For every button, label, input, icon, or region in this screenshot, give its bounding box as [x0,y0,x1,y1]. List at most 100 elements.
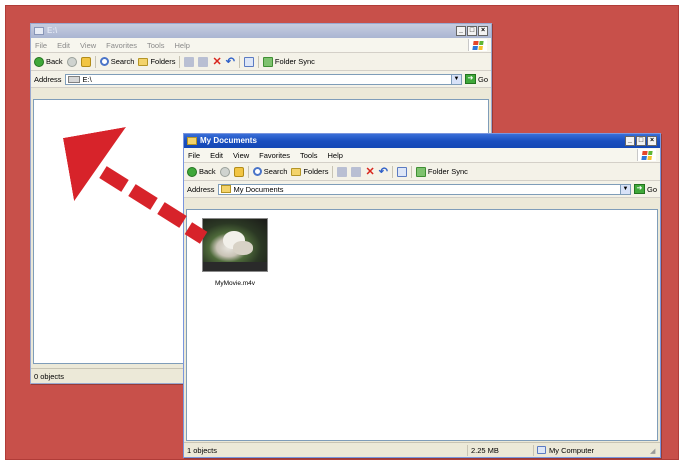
copy-to-button[interactable] [351,166,362,177]
search-icon [99,57,109,66]
address-input[interactable]: E:\ ▼ [64,73,462,85]
address-value: My Documents [233,184,284,194]
forward-icon [219,166,230,177]
go-button[interactable]: ➜ Go [464,74,488,84]
address-dropdown-button[interactable]: ▼ [619,184,630,194]
up-folder-icon [233,166,244,177]
copy-to-button[interactable] [198,56,209,67]
window-title-bar[interactable]: My Documents _ □ × [184,134,660,148]
my-documents-icon [187,137,197,145]
move-to-button[interactable] [184,56,195,67]
menu-favorites[interactable]: Favorites [259,151,290,160]
go-button[interactable]: ➜ Go [633,184,657,194]
undo-button[interactable]: ↶ [225,55,235,68]
folder-sync-button[interactable]: Folder Sync [262,56,315,67]
toolbar-divider [332,165,334,178]
window-title-bar[interactable]: E:\ _ □ × [31,24,491,38]
folder-sync-label: Folder Sync [274,57,315,66]
forward-icon [66,56,77,67]
my-computer-icon [537,446,546,454]
maximize-button[interactable]: □ [636,136,646,146]
back-button[interactable]: Back [187,166,216,177]
search-label: Search [263,167,288,176]
menu-file[interactable]: File [188,151,200,160]
maximize-button[interactable]: □ [467,26,477,36]
status-object-count: 1 objects [184,444,468,456]
drive-icon [67,75,80,83]
forward-button[interactable] [219,166,230,177]
toolbar-divider [410,165,412,178]
move-to-button[interactable] [337,166,348,177]
menu-tools[interactable]: Tools [147,41,165,50]
delete-button[interactable]: ✕ [365,165,375,178]
file-list-pane[interactable]: MyMovie.m4v [186,209,658,441]
go-icon: ➜ [633,184,645,194]
folder-sync-label: Folder Sync [427,167,468,176]
back-label: Back [199,167,216,176]
copy-to-icon [198,56,209,67]
folders-button[interactable]: Folders [138,57,175,66]
folders-icon [291,167,302,176]
undo-icon: ↶ [378,165,388,178]
up-button[interactable] [233,166,244,177]
file-name: MyMovie.m4v [214,280,256,287]
minimize-button[interactable]: _ [456,26,466,36]
my-documents-icon [220,185,231,193]
address-bar: Address My Documents ▼ ➜ Go [184,181,660,198]
menu-edit[interactable]: Edit [57,41,70,50]
toolbar-divider [391,165,393,178]
back-icon [187,166,197,177]
address-bar: Address E:\ ▼ ➜ Go [31,71,491,88]
minimize-button[interactable]: _ [625,136,635,146]
folders-label: Folders [303,167,329,176]
menu-favorites[interactable]: Favorites [106,41,137,50]
move-to-icon [184,56,195,67]
views-button[interactable] [396,166,407,177]
address-label: Address [34,74,62,84]
search-button[interactable]: Search [99,57,135,66]
views-button[interactable] [243,56,254,67]
menu-edit[interactable]: Edit [210,151,223,160]
status-object-count: 0 objects [31,370,191,382]
folder-sync-icon [262,56,273,67]
search-label: Search [110,57,135,66]
folder-sync-button[interactable]: Folder Sync [415,166,468,177]
close-button[interactable]: × [478,26,488,36]
menu-help[interactable]: Help [328,151,343,160]
toolbar-divider [247,165,249,178]
delete-icon: ✕ [212,55,222,68]
address-input[interactable]: My Documents ▼ [217,183,631,195]
video-file-icon [202,218,268,272]
window-title: My Documents [200,136,257,145]
folders-label: Folders [150,57,176,66]
standard-toolbar: Back Search Folders ✕ ↶ Folder Sync [184,163,660,181]
explorer-window-my-documents[interactable]: My Documents _ □ × File Edit View Favori… [183,133,661,458]
address-value: E:\ [82,74,92,84]
close-button[interactable]: × [647,136,657,146]
folders-button[interactable]: Folders [291,167,328,176]
undo-icon: ↶ [225,55,235,68]
menu-bar: File Edit View Favorites Tools Help [31,38,491,53]
slide-background: E:\ _ □ × File Edit View Favorites Tools… [5,5,679,460]
menu-view[interactable]: View [80,41,96,50]
undo-button[interactable]: ↶ [378,165,388,178]
search-icon [252,167,262,176]
status-size: 2.25 MB [468,444,534,456]
menu-help[interactable]: Help [175,41,190,50]
address-dropdown-button[interactable]: ▼ [450,74,461,84]
toolbar-divider [94,55,96,68]
go-label: Go [646,184,657,194]
delete-icon: ✕ [365,165,375,178]
up-button[interactable] [80,56,91,67]
resize-grip[interactable]: ◢ [650,448,658,456]
drive-icon [34,27,44,35]
status-bar: 1 objects 2.25 MB My Computer ◢ [184,442,660,457]
file-item-mymovie[interactable]: MyMovie.m4v [199,218,271,287]
menu-file[interactable]: File [35,41,47,50]
menu-tools[interactable]: Tools [300,151,318,160]
delete-button[interactable]: ✕ [212,55,222,68]
back-button[interactable]: Back [34,56,63,67]
menu-view[interactable]: View [233,151,249,160]
forward-button[interactable] [66,56,77,67]
search-button[interactable]: Search [252,167,288,176]
